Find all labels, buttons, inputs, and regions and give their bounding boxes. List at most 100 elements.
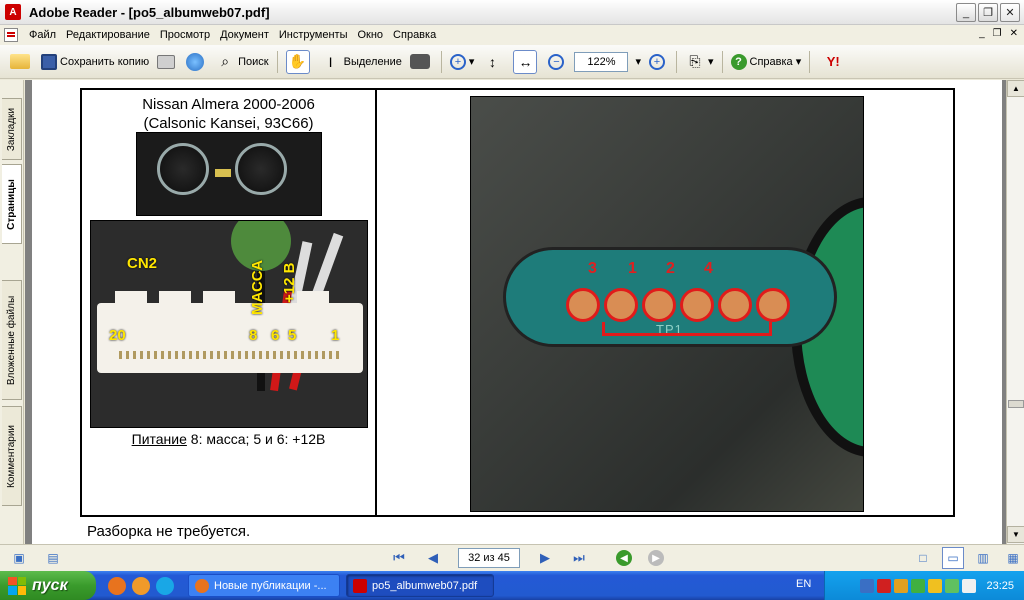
snapshot-button[interactable] — [406, 49, 437, 75]
test-pad — [642, 288, 676, 322]
skype-icon[interactable] — [156, 576, 174, 595]
panel-toggle-icon[interactable]: ▣ — [8, 547, 30, 569]
pad-label: 1 — [628, 260, 637, 277]
taskbar-item-reader[interactable]: po5_albumweb07.pdf — [346, 574, 494, 597]
firefox-icon[interactable] — [108, 576, 126, 595]
fit-width-button[interactable]: ↔ — [509, 49, 544, 75]
language-indicator[interactable]: EN — [796, 578, 811, 590]
continuous-icon[interactable]: ▭ — [942, 547, 964, 569]
volume-icon[interactable] — [962, 578, 977, 593]
tab-comments[interactable]: Комментарии — [2, 406, 22, 506]
help-button[interactable]: ? Справка ▾ — [727, 49, 806, 75]
page-number-field[interactable]: 32 из 45 — [458, 548, 520, 568]
email-button[interactable] — [182, 49, 211, 75]
toolbar-separator — [440, 50, 442, 73]
doc-minimize-button[interactable]: _ — [979, 28, 985, 39]
scroll-thumb[interactable] — [1008, 400, 1024, 408]
antivirus-icon[interactable] — [877, 578, 892, 593]
warning-icon[interactable] — [928, 578, 943, 593]
prev-page-button[interactable]: ◀ — [422, 548, 444, 568]
shield-icon[interactable] — [911, 578, 926, 593]
tab-attachments[interactable]: Вложенные файлы — [2, 280, 22, 400]
continuous-facing-icon[interactable]: ▦ — [1002, 547, 1024, 569]
adobe-reader-icon: A — [5, 4, 21, 20]
tab-pages[interactable]: Страницы — [2, 164, 22, 244]
connector-photo: CN2 МАССА +12 В 20 8 6 5 1 — [90, 220, 368, 428]
single-page-icon[interactable]: □ — [912, 547, 934, 569]
help-label: Справка — [749, 55, 793, 68]
document-viewer[interactable]: Nissan Almera 2000-2006 (Calsonic Kansei… — [25, 80, 1006, 544]
massa-label: МАССА — [249, 259, 266, 315]
connector-latch — [159, 291, 191, 313]
update-icon[interactable] — [945, 578, 960, 593]
printer-icon — [157, 54, 176, 69]
rotate-button[interactable]: ⎘ ▾ — [681, 49, 718, 75]
zoom-dropdown[interactable]: ▾ — [631, 49, 645, 75]
doc-restore-button[interactable]: ❐ — [993, 28, 1002, 39]
tab-bookmarks-label: Закладки — [6, 107, 17, 151]
toolbar-separator — [276, 50, 278, 73]
minimize-button[interactable]: _ — [956, 3, 976, 22]
menu-file[interactable]: Файл — [24, 29, 61, 41]
first-page-button[interactable]: ⏮ — [388, 548, 410, 568]
select-tool-button[interactable]: I Выделение — [317, 49, 406, 75]
start-button[interactable]: пуск — [0, 571, 96, 600]
save-copy-label: Сохранить копию — [60, 55, 150, 68]
firefox-icon — [195, 578, 209, 593]
search-button[interactable]: ⌕ Поиск — [211, 49, 272, 75]
menu-tools[interactable]: Инструменты — [274, 29, 353, 41]
dropdown-arrow-icon: ▾ — [468, 56, 475, 68]
car-chip: (Calsonic Kansei, 93C66) — [143, 115, 314, 132]
network-icon[interactable] — [860, 578, 875, 593]
scroll-down-arrow-icon[interactable]: ▼ — [1007, 526, 1024, 543]
pad-label: 2 — [666, 260, 675, 277]
menu-window[interactable]: Окно — [352, 29, 388, 41]
connector-body — [97, 291, 363, 373]
next-page-button[interactable]: ▶ — [534, 548, 556, 568]
yahoo-button[interactable]: Y! — [814, 49, 855, 75]
scroll-up-arrow-icon[interactable]: ▲ — [1007, 80, 1024, 97]
binoculars-icon: ⌕ — [221, 53, 230, 69]
last-page-button[interactable]: ⏭ — [568, 548, 590, 568]
actual-size-button[interactable]: ↕ — [478, 49, 509, 75]
tab-pages-label: Страницы — [6, 178, 18, 230]
tool-icon[interactable] — [894, 578, 909, 593]
yahoo-icon: Y! — [826, 54, 840, 69]
menu-document[interactable]: Документ — [215, 29, 274, 41]
menu-edit[interactable]: Редактирование — [61, 29, 155, 41]
dropdown-arrow-icon: ▾ — [707, 56, 714, 68]
zoom-level-field[interactable]: 122% — [574, 51, 629, 72]
connector-latch — [297, 291, 329, 313]
menu-help[interactable]: Справка — [388, 29, 441, 41]
hand-tool-button[interactable]: ✋ — [282, 49, 317, 75]
connector-latch — [203, 291, 235, 313]
go-forward-icon[interactable]: ▶ — [648, 550, 664, 566]
pin8-label: 8 — [249, 327, 258, 344]
window-title: Adobe Reader - [po5_albumweb07.pdf] — [29, 4, 270, 20]
pad-label: 4 — [704, 260, 713, 277]
save-copy-button[interactable]: Сохранить копию — [37, 49, 153, 75]
page-view-icon[interactable]: ▤ — [42, 547, 64, 569]
page-rotate-icon: ⎘ — [689, 53, 701, 69]
zoom-tool-button[interactable]: + ▾ — [446, 49, 479, 75]
document-icon[interactable] — [4, 28, 18, 42]
hand-icon: ✋ — [285, 49, 310, 74]
tab-bookmarks[interactable]: Закладки — [2, 98, 22, 160]
clock[interactable]: 23:25 — [986, 580, 1014, 592]
power-caption-label: Питание — [131, 431, 187, 447]
doc-close-button[interactable]: ✕ — [1010, 28, 1018, 39]
vertical-scrollbar[interactable]: ▲ ▼ — [1006, 80, 1024, 544]
close-button[interactable]: ✕ — [1000, 3, 1020, 22]
print-button[interactable] — [153, 49, 182, 75]
zoom-in-button[interactable]: + — [645, 49, 672, 75]
taskbar-item-firefox[interactable]: Новые публикации -... — [188, 574, 340, 597]
zoom-out-icon: − — [548, 53, 565, 70]
zoom-out-button[interactable]: − — [544, 49, 571, 75]
menu-view[interactable]: Просмотр — [155, 29, 215, 41]
restore-button[interactable]: ❐ — [978, 3, 998, 22]
open-button[interactable] — [6, 49, 37, 75]
go-back-icon[interactable]: ◀ — [616, 550, 632, 566]
taskbar-item-label: po5_albumweb07.pdf — [372, 579, 478, 592]
browser-icon[interactable] — [132, 576, 150, 595]
facing-icon[interactable]: ▥ — [972, 547, 994, 569]
